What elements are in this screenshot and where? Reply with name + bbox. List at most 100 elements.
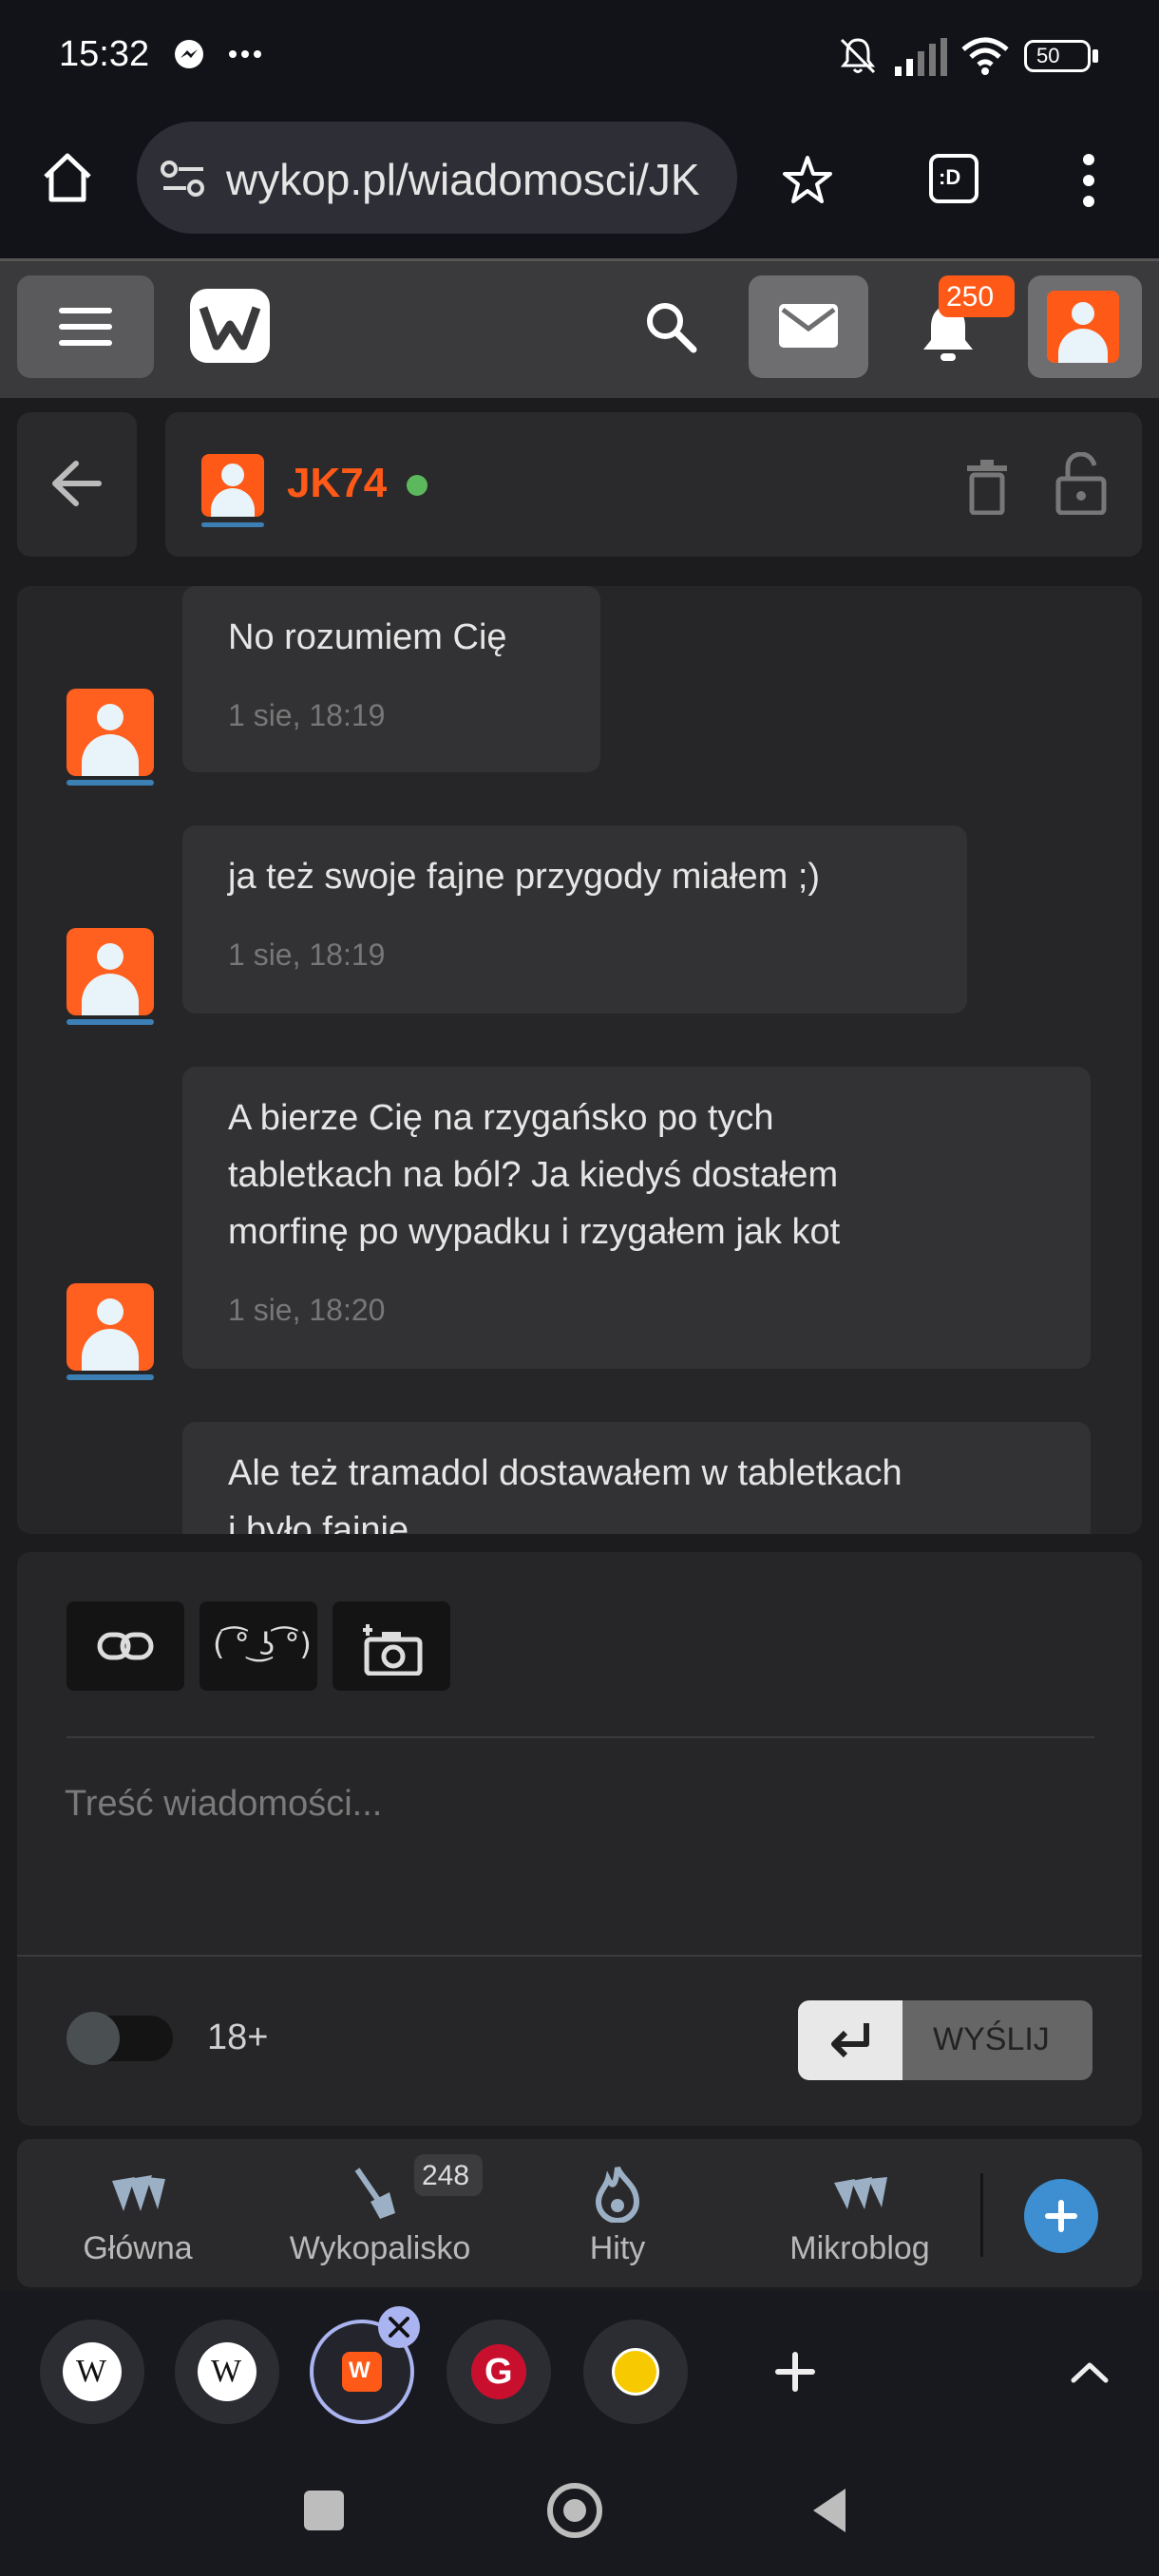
nav-item-wykopalisko[interactable]: 248 Wykopalisko xyxy=(276,2154,484,2278)
wykop-favicon: W xyxy=(342,2352,382,2392)
tab-switcher-label: :D xyxy=(939,165,961,189)
message-text-line: i było fajnie xyxy=(228,1510,409,1534)
home-button[interactable] xyxy=(547,2483,602,2538)
unlock-icon[interactable] xyxy=(1054,452,1108,515)
avatar-underline xyxy=(66,780,154,786)
more-dots-icon xyxy=(229,50,261,58)
plus-icon xyxy=(1045,2200,1077,2232)
arrow-left-icon xyxy=(52,461,102,506)
user-avatar xyxy=(1047,291,1119,363)
home-button-dot xyxy=(563,2499,586,2522)
tab-glyph: W xyxy=(349,2358,370,2383)
messages-button[interactable] xyxy=(749,275,868,378)
nav-label: Główna xyxy=(83,2230,193,2266)
composer-divider xyxy=(66,1736,1094,1738)
lenny-face-label: ( ͡° ͜ʖ ͡°) xyxy=(213,1626,312,1662)
new-tab-icon[interactable] xyxy=(773,2350,817,2394)
wifi-icon xyxy=(961,37,1009,75)
wykop-logo-icon[interactable] xyxy=(188,287,272,365)
battery-icon: 50 xyxy=(1024,40,1091,72)
back-button[interactable] xyxy=(17,412,137,557)
send-button[interactable]: WYŚLIJ xyxy=(798,2000,1092,2080)
browser-menu-icon[interactable] xyxy=(1079,152,1098,209)
toggle-knob xyxy=(66,2012,120,2065)
messenger-icon xyxy=(175,40,203,68)
profile-button[interactable] xyxy=(1028,275,1142,378)
enter-key-icon xyxy=(798,2000,902,2080)
site-settings-icon[interactable] xyxy=(160,160,207,198)
message-bubble: Ale też tramadol dostawałem w tabletkach… xyxy=(182,1422,1091,1534)
message-input-placeholder: Treść wiadomości... xyxy=(65,1784,383,1824)
wykopalisko-badge: 248 xyxy=(414,2154,483,2196)
composer-divider xyxy=(17,1955,1142,1957)
close-icon xyxy=(389,2317,409,2338)
message-avatar[interactable] xyxy=(66,928,154,1015)
mikroblog-icon xyxy=(834,2177,887,2209)
send-label: WYŚLIJ xyxy=(933,2021,1050,2057)
chevron-up-icon[interactable] xyxy=(1070,2359,1110,2384)
nav-item-hity[interactable]: Hity xyxy=(532,2154,703,2278)
back-triangle-icon[interactable] xyxy=(809,2487,847,2534)
message-input[interactable] xyxy=(34,1740,1125,1951)
signal-icon xyxy=(895,38,947,76)
trash-icon[interactable] xyxy=(965,460,1009,515)
online-status-dot xyxy=(407,475,428,496)
adult-content-label: 18+ xyxy=(207,2017,269,2057)
recents-button[interactable] xyxy=(304,2491,344,2530)
message-bubble: No rozumiem Cię 1 sie, 18:19 xyxy=(182,586,600,772)
add-new-button[interactable] xyxy=(1024,2179,1098,2253)
tab-g[interactable]: G xyxy=(446,2320,551,2424)
add-photo-icon xyxy=(363,1624,423,1676)
g-favicon: G xyxy=(471,2344,526,2399)
message-time: 1 sie, 18:19 xyxy=(228,938,386,972)
add-photo-button[interactable] xyxy=(332,1601,450,1691)
conversation-username[interactable]: JK74 xyxy=(287,460,387,507)
browser-tab-strip xyxy=(0,2291,1159,2451)
wikipedia-icon: W xyxy=(198,2342,256,2401)
message-text-line: Ale też tramadol dostawałem w tabletkach xyxy=(228,1453,902,1493)
url-text: wykop.pl/wiadomosci/JK xyxy=(226,155,700,204)
nav-label: Hity xyxy=(589,2230,646,2266)
avatar-underline xyxy=(66,1374,154,1380)
message-bubble: ja też swoje fajne przygody miałem ;) 1 … xyxy=(182,825,967,1013)
message-text: No rozumiem Cię xyxy=(228,617,507,657)
mute-icon xyxy=(840,38,876,74)
nav-divider xyxy=(980,2173,983,2257)
tab-glyph: W xyxy=(76,2354,107,2389)
nav-item-mikroblog[interactable]: Mikroblog xyxy=(760,2154,960,2278)
insert-link-button[interactable] xyxy=(66,1601,184,1691)
envelope-icon xyxy=(779,304,838,348)
notification-count: 250 xyxy=(946,281,995,313)
bookmark-star-icon[interactable] xyxy=(781,154,834,207)
conversation-avatar[interactable] xyxy=(201,454,264,517)
tab-wikipedia-2[interactable]: W xyxy=(175,2320,279,2424)
hamburger-menu-button[interactable] xyxy=(17,275,154,378)
hamburger-icon xyxy=(59,308,112,346)
avatar-underline xyxy=(201,522,264,527)
flame-icon xyxy=(595,2166,640,2223)
message-avatar[interactable] xyxy=(66,689,154,776)
tab-glyph: G xyxy=(484,2352,513,2392)
tab-switcher-button[interactable]: :D xyxy=(929,154,978,203)
lenny-face-button[interactable]: ( ͡° ͜ʖ ͡°) xyxy=(200,1601,317,1691)
message-text-line: A bierze Cię na rzygańsko po tych xyxy=(228,1098,774,1138)
nav-label: Mikroblog xyxy=(789,2230,930,2266)
message-text-line: tabletkach na ból? Ja kiedyś dostałem xyxy=(228,1155,839,1195)
message-list[interactable]: No rozumiem Cię 1 sie, 18:19 ja też swoj… xyxy=(17,586,1142,1534)
home-icon[interactable] xyxy=(40,150,95,205)
tab-wikipedia-1[interactable]: W xyxy=(40,2320,144,2424)
yellow-favicon xyxy=(612,2348,659,2396)
status-time: 15:32 xyxy=(59,34,150,74)
search-icon[interactable] xyxy=(642,298,699,355)
close-tab-button[interactable] xyxy=(378,2306,420,2348)
shovel-icon xyxy=(354,2168,395,2219)
message-time: 1 sie, 18:19 xyxy=(228,698,386,732)
battery-tip xyxy=(1092,49,1098,63)
wikipedia-icon: W xyxy=(63,2342,122,2401)
nav-item-glowna[interactable]: Główna xyxy=(38,2154,238,2278)
adult-content-toggle[interactable] xyxy=(66,2012,173,2065)
tab-glyph: W xyxy=(211,2354,242,2389)
tab-yellow[interactable] xyxy=(583,2320,688,2424)
message-avatar[interactable] xyxy=(66,1283,154,1371)
battery-level: 50 xyxy=(1036,44,1060,67)
